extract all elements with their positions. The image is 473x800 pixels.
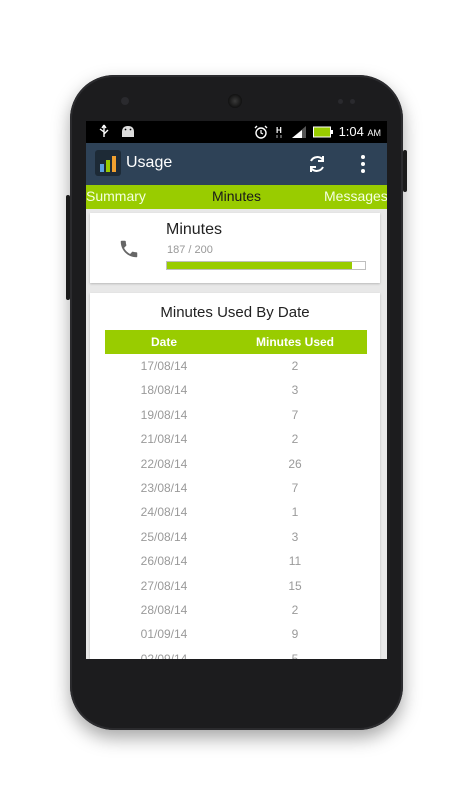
row-minutes: 26	[288, 456, 302, 471]
header-date: Date	[150, 335, 177, 349]
table-row: 28/08/14 2	[105, 598, 367, 622]
usb-icon	[99, 124, 109, 137]
header-minutes-used: Minutes Used	[255, 335, 334, 349]
proximity-sensor	[338, 99, 343, 104]
row-date: 23/08/14	[140, 480, 188, 495]
row-date: 24/08/14	[140, 505, 188, 520]
alarm-icon	[254, 125, 268, 139]
row-minutes: 2	[291, 359, 299, 373]
row-date: 26/08/14	[140, 554, 188, 569]
row-date: 21/08/14	[140, 432, 188, 447]
android-icon	[122, 126, 134, 137]
screen: H 1:04 AM Usage Summary Minutes Messages…	[86, 121, 387, 659]
row-minutes: 11	[288, 554, 302, 569]
volume-rocker	[66, 195, 70, 300]
tab-summary[interactable]: Summary	[86, 188, 146, 204]
table-row: 17/08/14 2	[105, 354, 367, 378]
action-bar: Usage	[86, 143, 387, 185]
table-body[interactable]: 17/08/14 2 18/08/14 3 19/08/14 7 21/08/14 2 22/0…	[105, 354, 367, 659]
power-button	[403, 150, 407, 192]
status-time: 1:04 AM	[338, 124, 381, 139]
summary-count: 187 / 200	[167, 244, 213, 256]
table-row: 02/09/14 5	[105, 647, 367, 659]
tab-messages[interactable]: Messages	[324, 188, 387, 204]
row-date: 02/09/14	[140, 651, 188, 659]
table-title: Minutes Used By Date	[160, 304, 310, 321]
row-minutes: 2	[291, 432, 299, 447]
front-camera	[121, 97, 129, 105]
tab-minutes[interactable]: Minutes	[212, 188, 261, 204]
status-bar: H 1:04 AM	[86, 121, 387, 143]
usage-app-icon[interactable]	[95, 150, 121, 176]
table-row: 19/08/14 7	[105, 403, 367, 427]
row-date: 18/08/14	[140, 383, 188, 398]
table-row: 23/08/14 7	[105, 476, 367, 500]
table-row: 24/08/14 1	[105, 500, 367, 524]
refresh-icon	[310, 156, 324, 172]
minutes-progress-fill	[167, 262, 353, 269]
row-minutes: 15	[288, 578, 302, 593]
row-date: 25/08/14	[140, 529, 188, 544]
row-minutes: 5	[291, 651, 299, 659]
row-date: 19/08/14	[140, 407, 188, 422]
phone-icon	[120, 240, 138, 258]
row-minutes: 2	[291, 602, 299, 617]
tab-strip: Summary Minutes Messages	[86, 185, 387, 209]
minutes-by-date-card: Minutes Used By Date Date Minutes Used 1…	[90, 293, 380, 659]
overflow-menu-button[interactable]	[350, 151, 376, 177]
data-h-icon: H	[276, 126, 282, 138]
minutes-summary-card: Minutes 187 / 200	[90, 213, 380, 283]
table-row: 22/08/14 26	[105, 452, 367, 476]
row-minutes: 7	[291, 480, 299, 495]
light-sensor	[350, 99, 355, 104]
row-date: 28/08/14	[140, 602, 188, 617]
table-header: Date Minutes Used	[105, 330, 367, 354]
row-date: 01/09/14	[140, 627, 188, 642]
row-date: 22/08/14	[140, 456, 188, 471]
row-minutes: 9	[291, 627, 299, 642]
battery-icon	[312, 126, 333, 137]
row-minutes: 3	[291, 383, 299, 398]
table-row: 01/09/14 9	[105, 622, 367, 646]
table-row: 27/08/14 15	[105, 574, 367, 598]
refresh-button[interactable]	[304, 151, 330, 177]
minutes-progress-bar	[166, 261, 366, 270]
signal-icon	[291, 125, 306, 138]
earpiece-speaker	[228, 94, 242, 108]
table-row: 21/08/14 2	[105, 427, 367, 451]
app-title: Usage	[126, 154, 173, 171]
overflow-menu-icon	[361, 155, 365, 173]
row-minutes: 7	[291, 407, 299, 422]
row-minutes: 3	[291, 529, 299, 544]
row-date: 17/08/14	[140, 359, 188, 373]
summary-title: Minutes	[166, 221, 223, 238]
table-row: 18/08/14 3	[105, 378, 367, 402]
row-minutes: 1	[291, 505, 299, 520]
svg-text:H: H	[276, 126, 282, 135]
row-date: 27/08/14	[140, 578, 188, 593]
table-row: 25/08/14 3	[105, 525, 367, 549]
table-row: 26/08/14 11	[105, 549, 367, 573]
